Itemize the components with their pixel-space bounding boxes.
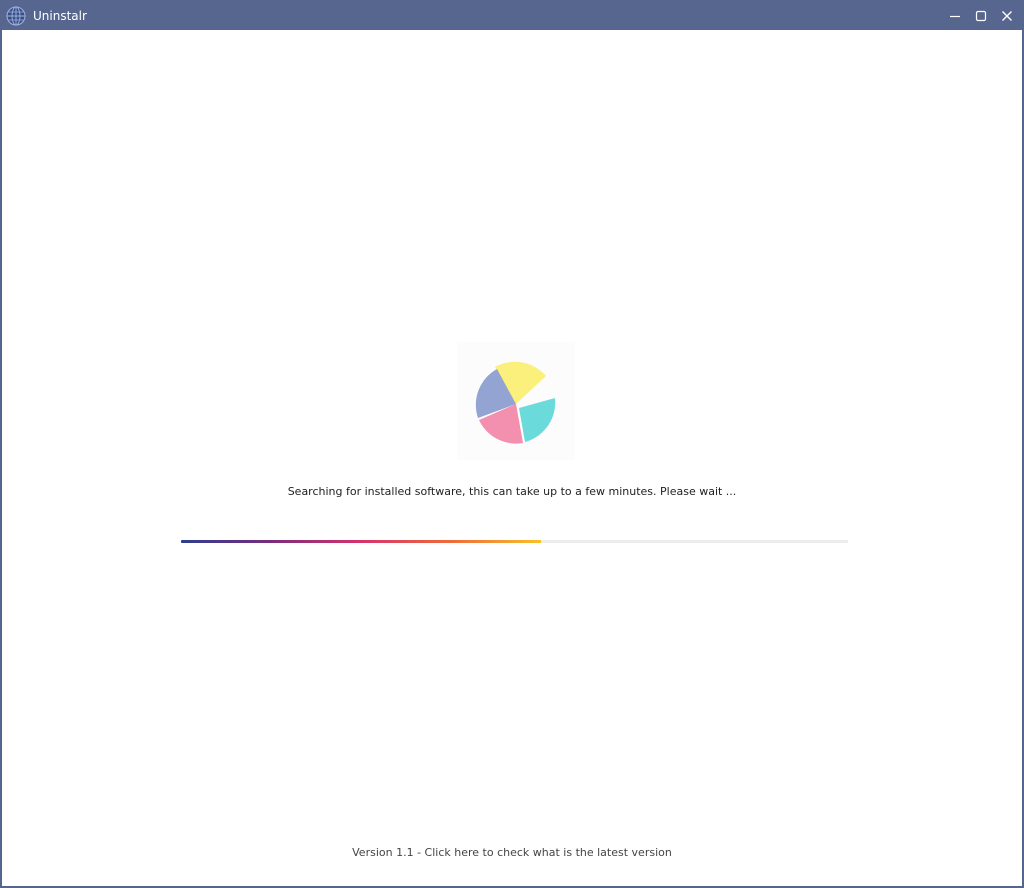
loading-spinner bbox=[457, 342, 575, 460]
status-message: Searching for installed software, this c… bbox=[287, 485, 737, 498]
globe-icon bbox=[6, 6, 26, 26]
close-icon bbox=[1001, 10, 1013, 22]
version-check-link[interactable]: Version 1.1 - Click here to check what i… bbox=[2, 845, 1022, 861]
window-title: Uninstalr bbox=[33, 9, 87, 23]
progress-bar-fill bbox=[181, 540, 542, 543]
title-bar[interactable]: Uninstalr bbox=[2, 2, 1022, 30]
pie-chart-spinner-icon bbox=[457, 361, 575, 464]
progress-bar bbox=[181, 540, 848, 543]
minimize-icon bbox=[949, 10, 961, 22]
maximize-button[interactable] bbox=[968, 2, 994, 30]
minimize-button[interactable] bbox=[942, 2, 968, 30]
maximize-icon bbox=[975, 10, 987, 22]
main-content: Searching for installed software, this c… bbox=[2, 30, 1022, 886]
close-button[interactable] bbox=[994, 2, 1020, 30]
app-window: Uninstalr Searching for installed softwa… bbox=[0, 0, 1024, 888]
